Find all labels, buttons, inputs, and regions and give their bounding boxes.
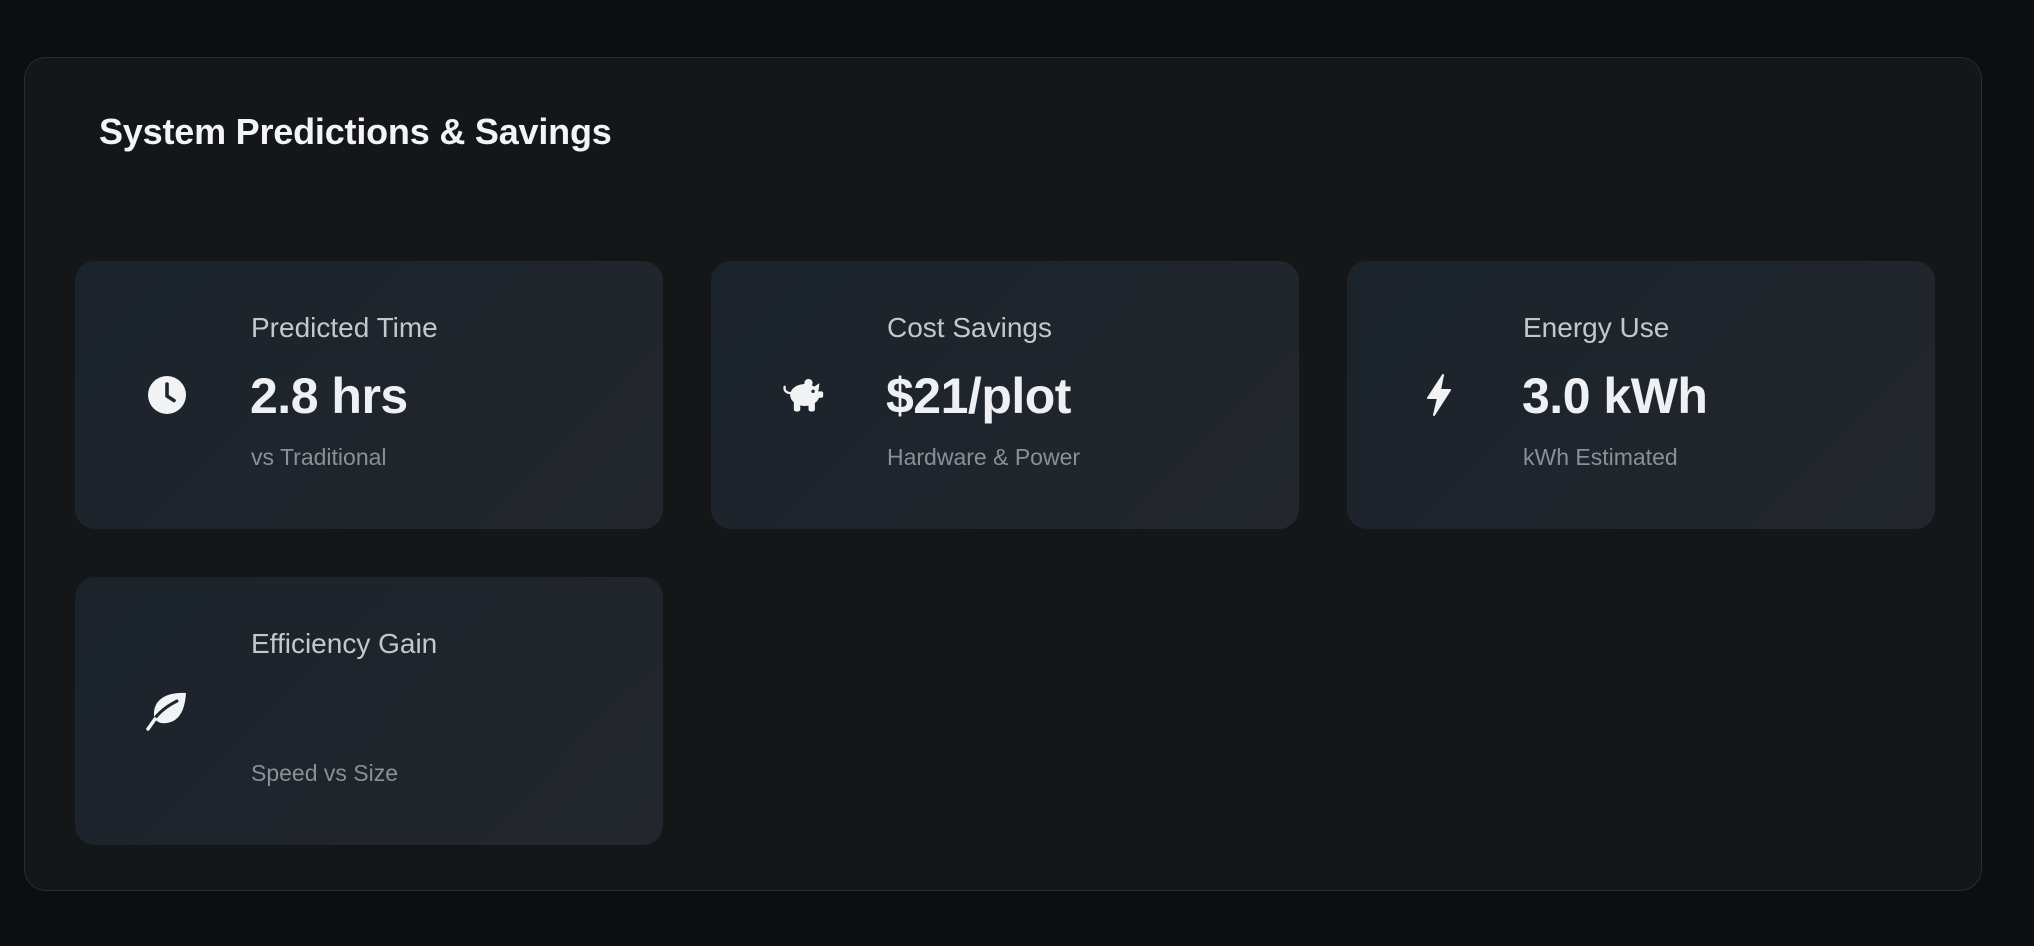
card-value: 3.0 kWh [1522,368,1708,424]
panel-title: System Predictions & Savings [99,111,612,152]
clock-icon [145,373,189,417]
cost-savings-card: Cost Savings $21/plot Hardware & Power [711,261,1299,529]
card-subtext: kWh Estimated [1523,444,1678,470]
energy-use-card: Energy Use 3.0 kWh kWh Estimated [1347,261,1935,529]
card-label: Efficiency Gain [251,628,438,659]
predictions-panel: System Predictions & Savings Predicted T… [24,57,1982,891]
efficiency-gain-card: Efficiency Gain Speed vs Size [75,577,663,845]
card-label: Predicted Time [251,312,438,343]
leaf-icon [145,689,189,733]
card-subtext: Hardware & Power [887,444,1081,470]
predicted-time-card: Predicted Time 2.8 hrs vs Traditional [75,261,663,529]
card-subtext: Speed vs Size [251,760,399,786]
card-subtext: vs Traditional [251,444,387,470]
piggy-bank-icon [781,373,825,417]
card-label: Cost Savings [887,312,1052,343]
card-value: 2.8 hrs [250,368,408,424]
lightning-bolt-icon [1417,373,1461,417]
card-label: Energy Use [1523,312,1670,343]
card-value: $21/plot [886,368,1071,424]
